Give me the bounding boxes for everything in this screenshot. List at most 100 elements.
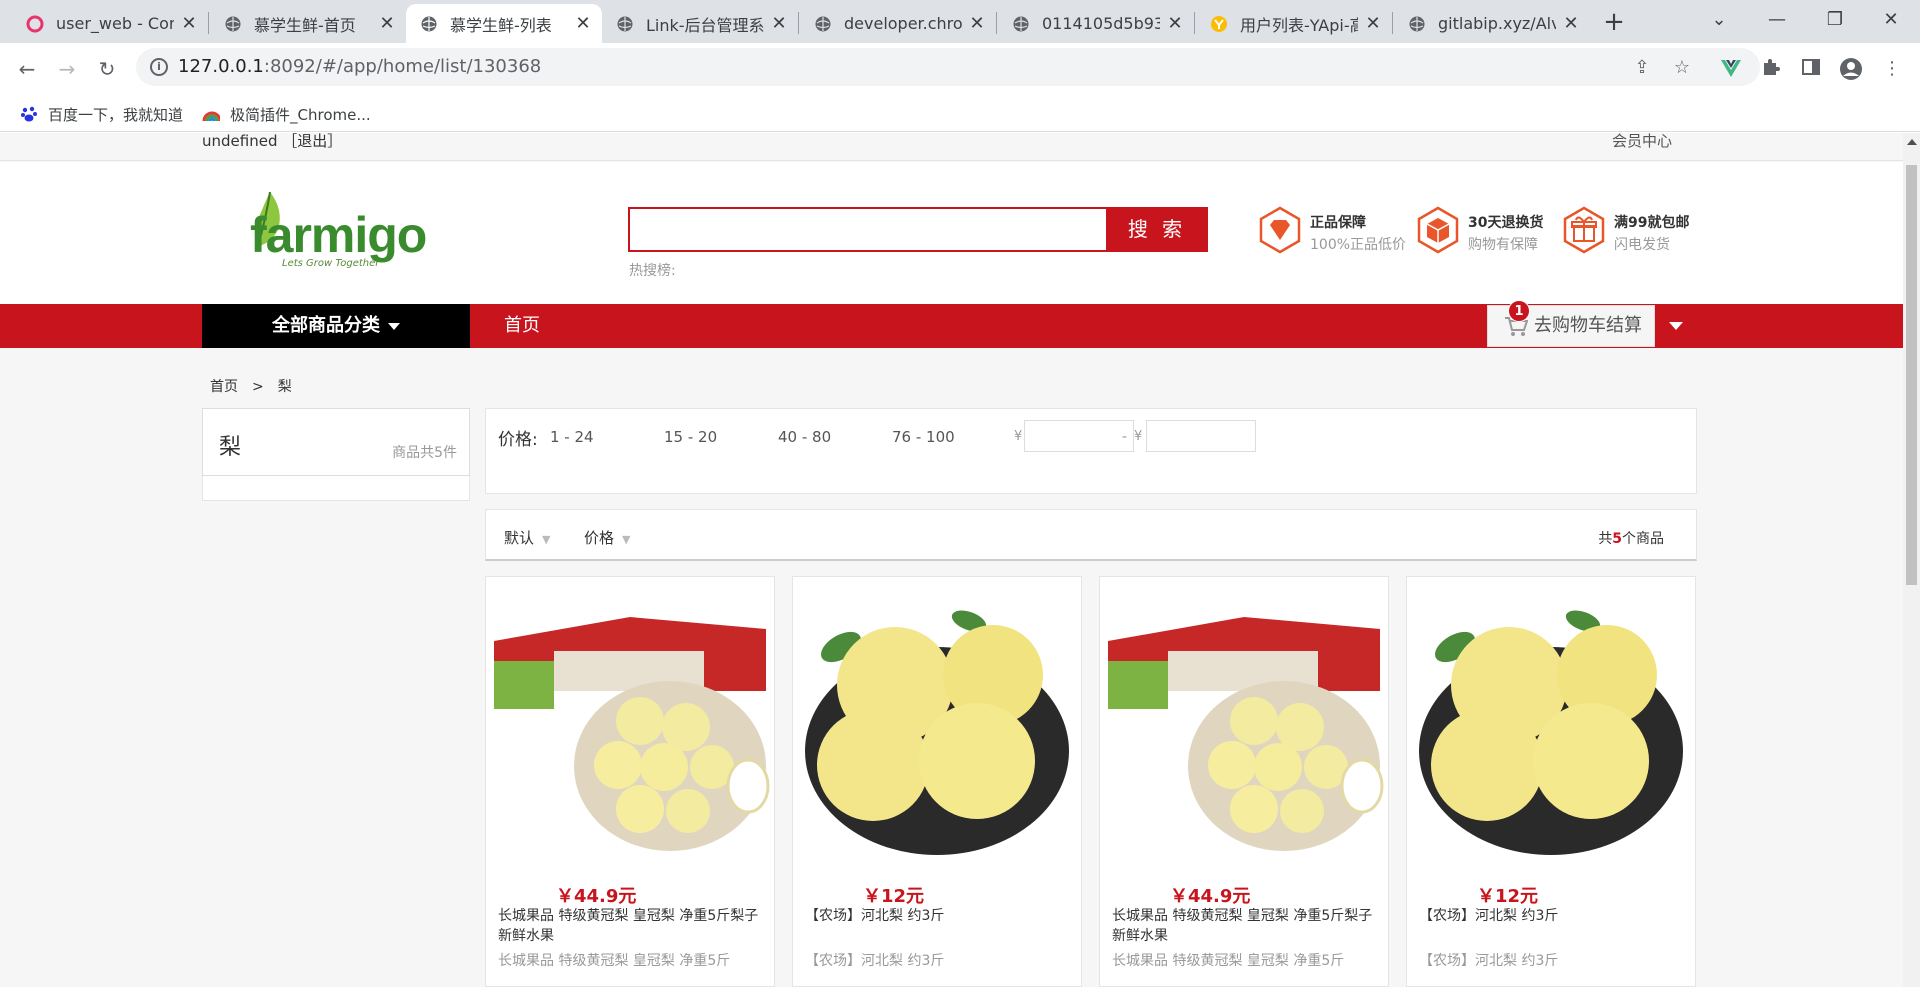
close-icon[interactable]: ✕ [378,13,396,34]
cart-dropdown-toggle[interactable] [1655,304,1699,348]
url-text[interactable]: 127.0.0.1:8092/#/app/home/list/130368 [178,56,541,77]
product-card[interactable]: ￥12元 【农场】河北梨 约3斤 【农场】河北梨 约3斤 [1406,576,1696,987]
address-bar[interactable]: i 127.0.0.1:8092/#/app/home/list/130368 … [136,48,1760,86]
promo-title: 30天退换货 [1468,215,1544,231]
search-input[interactable] [630,209,1106,250]
close-icon[interactable]: ✕ [1562,13,1580,34]
scroll-up-arrow-icon[interactable] [1907,139,1917,145]
tab-user-web[interactable]: user_web - Cons ✕ [12,4,208,43]
search-button[interactable]: 搜 索 [1106,207,1208,252]
price-range-option[interactable]: 76 - 100 [892,428,955,446]
bookmark-star-icon[interactable]: ☆ [1670,56,1694,80]
price-range-option[interactable]: 1 - 24 [550,428,594,446]
product-desc: 【农场】河北梨 约3斤 [805,953,945,969]
box-icon [1417,206,1459,254]
nav-home-link[interactable]: 首页 [504,304,540,348]
close-icon[interactable]: ✕ [1364,13,1382,34]
product-name[interactable]: 长城果品 特级黄冠梨 皇冠梨 净重5斤梨子 新鲜水果 [498,906,766,946]
product-image-plate-pears[interactable] [1411,581,1691,861]
cart-label: 去购物车结算 [1534,315,1642,336]
all-categories-menu[interactable]: 全部商品分类 [202,304,470,348]
category-panel: 梨 商品共5件 [202,408,470,476]
product-desc: 长城果品 特级黄冠梨 皇冠梨 净重5斤 [498,953,731,969]
tab-list[interactable]: 慕学生鲜-列表 ✕ [406,4,602,43]
tab-link-admin[interactable]: Link-后台管理系 ✕ [602,4,798,43]
cart-checkout-button[interactable]: 1 去购物车结算 [1487,300,1655,347]
vue-devtools-icon[interactable] [1719,57,1743,81]
tab-hash[interactable]: 0114105d5b933 ✕ [998,4,1194,43]
tab-title: 慕学生鲜-列表 [450,15,552,35]
sort-default[interactable]: 默认 ▼ [504,527,550,548]
min-price-input[interactable] [1024,420,1134,452]
bookmark-baidu[interactable]: 百度一下，我就知道 [20,103,183,125]
tab-title: Link-后台管理系 [646,15,764,35]
sort-price-label: 价格 [584,529,615,547]
browser-menu-icon[interactable]: ⋮ [1880,57,1904,81]
back-button[interactable]: ← [11,53,43,85]
close-icon[interactable]: ✕ [180,13,198,34]
product-card[interactable]: ￥44.9元 长城果品 特级黄冠梨 皇冠梨 净重5斤梨子 新鲜水果 长城果品 特… [485,576,775,987]
product-card[interactable]: ￥44.9元 长城果品 特级黄冠梨 皇冠梨 净重5斤梨子 新鲜水果 长城果品 特… [1099,576,1389,987]
bookmark-label: 百度一下，我就知道 [48,105,184,124]
user-logout-link[interactable]: undefined ［退出］ [202,133,342,149]
side-panel-icon[interactable] [1799,57,1823,81]
tab-strip: user_web - Cons ✕ 慕学生鲜-首页 ✕ 慕学生鲜-列表 ✕ Li… [0,0,1920,43]
arrow-down-icon: ▼ [542,533,551,546]
restore-button[interactable]: ❐ [1806,0,1864,43]
close-icon[interactable]: ✕ [968,13,986,34]
product-image-boxed-pears[interactable] [1104,581,1384,861]
boxed-pears-image [490,581,770,861]
promo-subtitle: 闪电发货 [1614,237,1670,253]
boxed-pears-image [1104,581,1384,861]
page-scrollbar[interactable] [1903,133,1920,987]
url-host: 127.0.0.1 [178,56,264,77]
globe-icon [616,15,634,33]
browser-toolbar: ← → ↻ i 127.0.0.1:8092/#/app/home/list/1… [0,43,1920,95]
price-range-option[interactable]: 40 - 80 [778,428,831,446]
product-image-plate-pears[interactable] [797,581,1077,861]
gift-icon [1563,206,1605,254]
close-window-button[interactable]: ✕ [1862,0,1920,43]
new-tab-button[interactable]: + [1599,7,1629,37]
share-icon[interactable]: ⇪ [1630,56,1654,80]
price-range-option[interactable]: 15 - 20 [664,428,717,446]
site-info-icon[interactable]: i [150,58,168,76]
forward-button[interactable]: → [51,53,83,85]
product-name[interactable]: 长城果品 特级黄冠梨 皇冠梨 净重5斤梨子 新鲜水果 [1112,906,1380,946]
breadcrumb-separator: > [252,379,264,395]
close-icon[interactable]: ✕ [770,13,788,34]
promo-subtitle: 100%正品低价 [1310,237,1407,253]
max-price-input[interactable] [1146,420,1256,452]
promo-title: 正品保障 [1310,215,1366,231]
rainbow-icon [202,105,220,123]
tab-gitlab[interactable]: gitlabip.xyz/Alvi ✕ [1394,4,1590,43]
product-name[interactable]: 【农场】河北梨 约3斤 [805,906,1073,926]
sort-price[interactable]: 价格 ▼ [584,527,630,548]
diamond-icon [1259,206,1301,254]
close-icon[interactable]: ✕ [574,13,592,34]
tab-search-icon[interactable]: ⌄ [1690,0,1748,43]
tab-title: 用户列表-YApi-高 [1240,15,1358,35]
all-categories-label: 全部商品分类 [272,315,380,336]
product-image-boxed-pears[interactable] [490,581,770,861]
scrollbar-thumb[interactable] [1906,165,1917,585]
site-logo[interactable]: farmigo Lets Grow Together [240,186,427,269]
product-name[interactable]: 【农场】河北梨 约3斤 [1419,906,1687,926]
product-card[interactable]: ￥12元 【农场】河北梨 约3斤 【农场】河北梨 约3斤 [792,576,1082,987]
tab-yapi[interactable]: 用户列表-YApi-高 ✕ [1196,4,1392,43]
close-icon[interactable]: ✕ [1166,13,1184,34]
tab-home[interactable]: 慕学生鲜-首页 ✕ [210,4,406,43]
breadcrumb-home[interactable]: 首页 [210,379,238,395]
tab-developer-chrome[interactable]: developer.chron ✕ [800,4,996,43]
minimize-button[interactable]: — [1748,0,1806,43]
tab-title: user_web - Cons [56,14,174,33]
bookmarks-bar: 百度一下，我就知道 极简插件_Chrome... [0,95,1920,132]
url-path: :8092/#/app/home/list/130368 [263,56,542,77]
extensions-puzzle-icon[interactable] [1759,57,1783,81]
total-suffix: 个商品 [1622,531,1664,547]
member-center-link[interactable]: 会员中心 [1612,133,1672,149]
bookmark-jijian[interactable]: 极简插件_Chrome... [202,103,371,125]
profile-avatar-icon[interactable] [1839,57,1863,81]
tab-separator [1194,12,1195,34]
reload-button[interactable]: ↻ [91,53,123,85]
